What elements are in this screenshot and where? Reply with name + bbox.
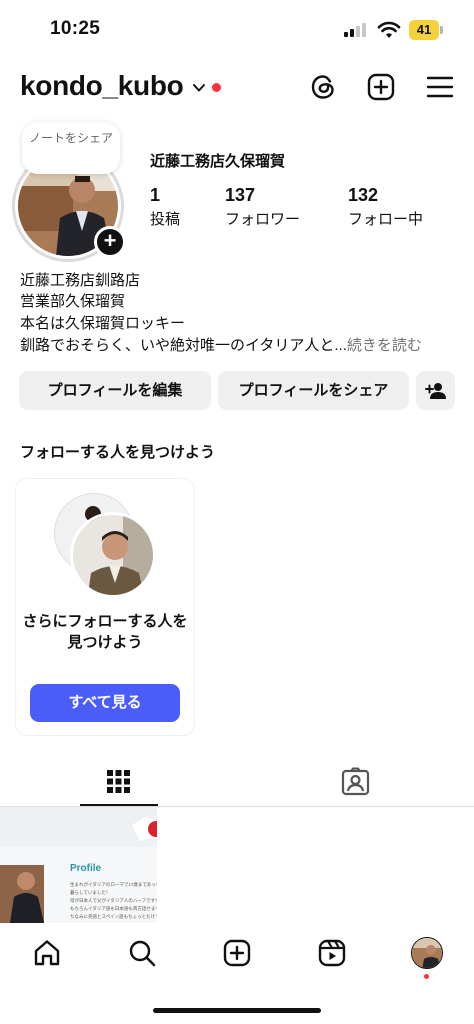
read-more-link[interactable]: 続きを読む [347, 337, 422, 354]
followers-label[interactable]: フォロワー [225, 208, 300, 229]
add-story-plus-icon[interactable]: + [94, 226, 126, 258]
bio-line-4: 釧路でおそらく、いや絶対唯一のイタリア人と...続きを読む [20, 335, 464, 356]
post-line: もちろんイタリア語も日本語も両方話せます [70, 906, 157, 911]
post-thumbnail[interactable]: Profile 生まれがイタリアのローマで17歳まであっち 暮らしていました！ … [0, 807, 157, 923]
display-name: 近藤工務店久保瑠賀 [150, 153, 286, 170]
post-line: ちなみに英語とスペイン語もちょっとだけできます [70, 914, 157, 919]
suggested-avatar-front [70, 512, 156, 598]
profile-username[interactable]: kondo_kubo [20, 70, 184, 102]
add-person-icon [424, 383, 446, 399]
notification-dot [212, 83, 221, 92]
search-icon[interactable] [127, 938, 157, 968]
discover-card-text: さらにフォローする人を見つけよう [22, 613, 188, 651]
nav-profile-avatar[interactable] [411, 937, 443, 969]
menu-icon[interactable] [425, 72, 455, 102]
discover-title: フォローする人を見つけよう [20, 444, 216, 461]
bio-line-4-text: 釧路でおそらく、いや絶対唯一のイタリア人と... [20, 337, 347, 354]
post-line: 暮らしていました！ [70, 890, 111, 895]
reels-icon[interactable] [317, 938, 347, 968]
posts-count[interactable]: 1 [150, 185, 160, 206]
wifi-icon [377, 21, 401, 38]
followers-count[interactable]: 137 [225, 185, 255, 206]
home-indicator [153, 1008, 321, 1013]
post-body-text: 生まれがイタリアのローマで17歳まであっち 暮らしていました！ 母が日本人で父が… [70, 881, 157, 921]
bio-line-2: 営業部久保瑠賀 [20, 293, 126, 310]
nav-notification-dot [424, 974, 429, 979]
posts-label[interactable]: 投稿 [150, 208, 180, 229]
create-plus-icon[interactable] [366, 72, 396, 102]
chevron-down-icon[interactable] [192, 81, 206, 95]
new-post-icon[interactable] [222, 938, 252, 968]
see-all-button[interactable]: すべて見る [30, 684, 180, 722]
grid-tab-icon[interactable] [106, 769, 131, 794]
discover-people-button[interactable] [416, 371, 455, 410]
note-bubble[interactable]: ノートをシェア [22, 122, 120, 174]
status-time: 10:25 [50, 18, 101, 39]
post-profile-heading: Profile [70, 863, 102, 874]
post-line: 母が日本人で父がイタリア人のハーフです！ [70, 898, 157, 903]
edit-profile-button[interactable]: プロフィールを編集 [19, 371, 211, 410]
home-icon[interactable] [32, 938, 62, 968]
following-label[interactable]: フォロー中 [348, 208, 423, 229]
cellular-signal-icon [344, 23, 366, 37]
battery-indicator: 41 [409, 20, 439, 40]
battery-tip [440, 26, 443, 34]
bio-line-1: 近藤工務店釧路店 [20, 272, 141, 289]
threads-icon[interactable] [308, 72, 338, 102]
tagged-tab-icon[interactable] [341, 767, 370, 796]
following-count[interactable]: 132 [348, 185, 378, 206]
share-profile-button[interactable]: プロフィールをシェア [218, 371, 409, 410]
post-line: 生まれがイタリアのローマで17歳まであっち [70, 882, 157, 887]
nav-avatar-photo [412, 938, 442, 968]
bio-line-3: 本名は久保瑠賀ロッキー [20, 315, 186, 332]
